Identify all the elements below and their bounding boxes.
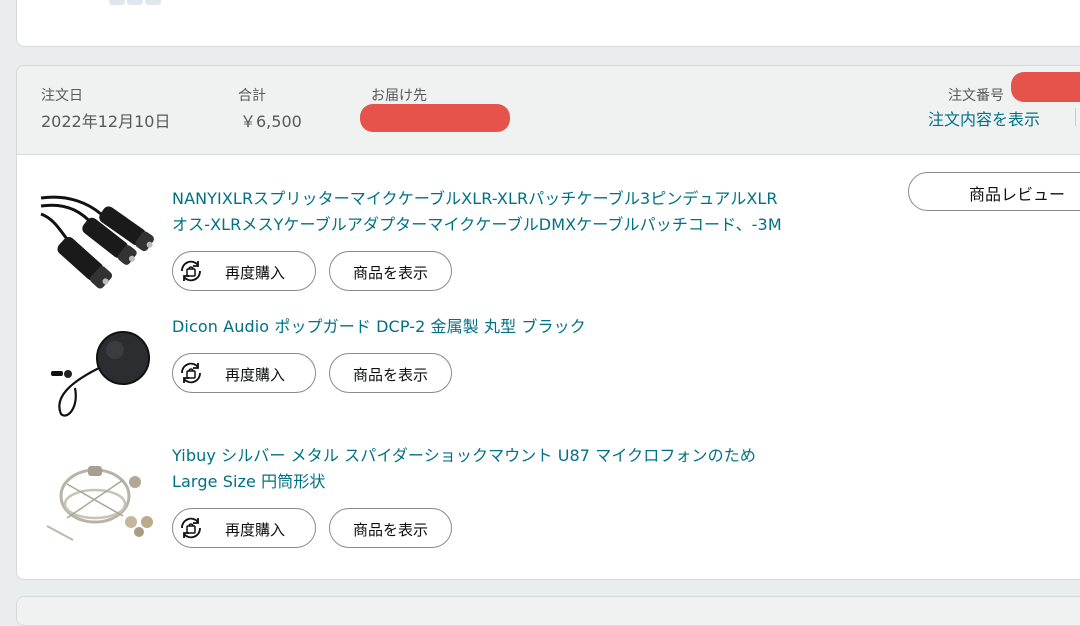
order-card: 注文日 2022年12月10日 合計 ￥6,500 お届け先 注文番号 注文内容… — [16, 65, 1080, 580]
shock-mount-image — [46, 466, 153, 541]
pop-filter-image — [51, 331, 150, 417]
buy-again-icon — [181, 260, 201, 282]
xlr-cable-image — [40, 195, 154, 289]
buy-again-icon — [181, 517, 201, 539]
previous-product-thumbnail — [109, 0, 161, 5]
header-link-divider — [1075, 108, 1076, 126]
order-date-value: 2022年12月10日 — [41, 112, 171, 131]
previous-order-card — [16, 0, 1080, 47]
buy-again-label: 再度購入 — [225, 521, 286, 539]
order-total-value: ￥6,500 — [240, 112, 302, 131]
item-2-title-link[interactable]: Dicon Audio ポップガード DCP-2 金属製 丸型 ブラック — [172, 314, 586, 340]
order-date-label: 注文日 — [41, 88, 83, 104]
item-3-title-link[interactable]: Yibuy シルバー メタル スパイダーショックマウント U87 マイクロフォン… — [172, 443, 756, 495]
item-1-title-line-2: オス-XLRメスYケーブルアダプターマイクケーブルDMXケーブルパッチコード、-… — [172, 215, 782, 234]
buy-again-label: 再度購入 — [225, 366, 286, 384]
order-total-label: 合計 — [238, 88, 266, 104]
item-3-title-line-2: Large Size 円筒形状 — [172, 472, 326, 491]
item-3-title-line-1: Yibuy シルバー メタル スパイダーショックマウント U87 マイクロフォン… — [172, 446, 756, 465]
order-number-redaction — [1011, 72, 1080, 102]
view-order-details-link[interactable]: 注文内容を表示 — [928, 106, 1040, 130]
item-2-buy-again-button[interactable]: 再度購入 — [172, 353, 316, 393]
item-1-buy-again-button[interactable]: 再度購入 — [172, 251, 316, 291]
item-2-view-item-button[interactable]: 商品を表示 — [329, 353, 452, 393]
item-1-title-link[interactable]: NANYIXLRスプリッターマイクケーブルXLR-XLRパッチケーブル3ピンデュ… — [172, 186, 782, 238]
ship-to-label: お届け先 — [371, 88, 427, 104]
order-header: 注文日 2022年12月10日 合計 ￥6,500 お届け先 注文番号 注文内容… — [17, 66, 1080, 155]
write-review-button[interactable]: 商品レビュー — [908, 172, 1080, 211]
buy-again-icon — [181, 362, 201, 384]
item-2-title-line-1: Dicon Audio ポップガード DCP-2 金属製 丸型 ブラック — [172, 317, 586, 336]
buy-again-label: 再度購入 — [225, 264, 286, 282]
next-order-card — [16, 596, 1080, 626]
order-number-label: 注文番号 — [948, 88, 1004, 104]
ship-to-redaction — [360, 104, 510, 132]
item-3-buy-again-button[interactable]: 再度購入 — [172, 508, 316, 548]
item-1-title-line-1: NANYIXLRスプリッターマイクケーブルXLR-XLRパッチケーブル3ピンデュ… — [172, 189, 778, 208]
item-1-view-item-button[interactable]: 商品を表示 — [329, 251, 452, 291]
item-3-view-item-button[interactable]: 商品を表示 — [329, 508, 452, 548]
